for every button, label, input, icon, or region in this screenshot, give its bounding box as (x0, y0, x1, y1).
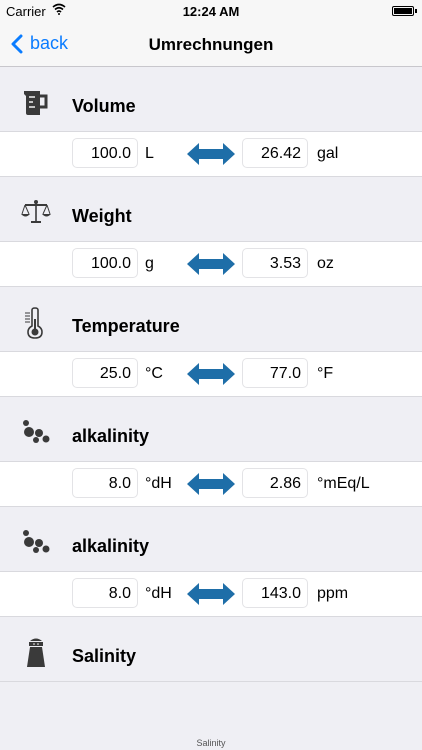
bubbles-icon (23, 530, 50, 553)
bubbles-icon (23, 420, 50, 443)
navigation-bar: back Umrechnungen (0, 24, 422, 67)
weight-grams-input[interactable]: 100.0 (72, 248, 138, 278)
section-label-volume: Volume (72, 96, 136, 116)
section-label-temperature: Temperature (72, 316, 180, 336)
battery-icon (392, 6, 417, 16)
status-bar: Carrier 12:24 AM (0, 0, 422, 24)
section-header-alkalinity-ppm: alkalinity (0, 507, 422, 572)
temperature-celsius-input[interactable]: 25.0 (72, 358, 138, 388)
swap-arrow-icon[interactable] (186, 252, 236, 276)
volume-left-unit: L (145, 145, 154, 162)
alkalinity-ppm-right-unit: ppm (317, 585, 349, 602)
section-header-volume: Volume (0, 67, 422, 132)
conversion-row-alkalinity-ppm: 8.0 °dH 143.0 ppm (0, 572, 422, 617)
volume-gallons-input[interactable]: 26.42 (242, 138, 308, 168)
temperature-fahrenheit-input[interactable]: 77.0 (242, 358, 308, 388)
swap-arrow-icon[interactable] (186, 142, 236, 166)
salt-shaker-icon (27, 638, 45, 667)
conversion-row-alkalinity-meq: 8.0 °dH 2.86 °mEq/L (0, 462, 422, 507)
section-header-salinity: Salinity (0, 617, 422, 682)
alkalinity-ppm-left-unit: °dH (145, 585, 172, 602)
conversion-row-volume: 100.0 L 26.42 gal (0, 132, 422, 177)
alkalinity-dh-input[interactable]: 8.0 (72, 468, 138, 498)
section-header-temperature: Temperature (0, 287, 422, 352)
temperature-right-unit: °F (317, 365, 334, 382)
measuring-cup-icon (24, 91, 48, 115)
status-time: 12:24 AM (182, 4, 240, 19)
thermometer-icon (25, 307, 43, 339)
swap-arrow-icon[interactable] (186, 362, 236, 386)
conversion-row-temperature: 25.0 °C 77.0 °F (0, 352, 422, 397)
swap-arrow-icon[interactable] (186, 472, 236, 496)
section-header-weight: Weight (0, 177, 422, 242)
volume-liters-input[interactable]: 100.0 (72, 138, 138, 168)
section-label-weight: Weight (72, 206, 132, 226)
scale-icon (21, 200, 51, 223)
alkalinity-dh-ppm-input[interactable]: 8.0 (72, 578, 138, 608)
footer-label: Salinity (196, 738, 226, 748)
section-label-alkalinity-meq: alkalinity (72, 426, 150, 446)
section-header-alkalinity-meq: alkalinity (0, 397, 422, 462)
volume-right-unit: gal (317, 145, 339, 162)
alkalinity-meq-input[interactable]: 2.86 (242, 468, 308, 498)
temperature-left-unit: °C (145, 365, 163, 382)
weight-ounces-input[interactable]: 3.53 (242, 248, 308, 278)
page-title: Umrechnungen (148, 35, 274, 54)
weight-right-unit: oz (317, 255, 334, 272)
alkalinity-ppm-input[interactable]: 143.0 (242, 578, 308, 608)
conversion-row-weight: 100.0 g 3.53 oz (0, 242, 422, 287)
weight-left-unit: g (145, 255, 154, 272)
alkalinity-meq-right-unit: °mEq/L (317, 475, 370, 492)
alkalinity-meq-left-unit: °dH (145, 475, 172, 492)
section-label-alkalinity-ppm: alkalinity (72, 536, 150, 556)
section-label-salinity: Salinity (72, 646, 137, 666)
swap-arrow-icon[interactable] (186, 582, 236, 606)
